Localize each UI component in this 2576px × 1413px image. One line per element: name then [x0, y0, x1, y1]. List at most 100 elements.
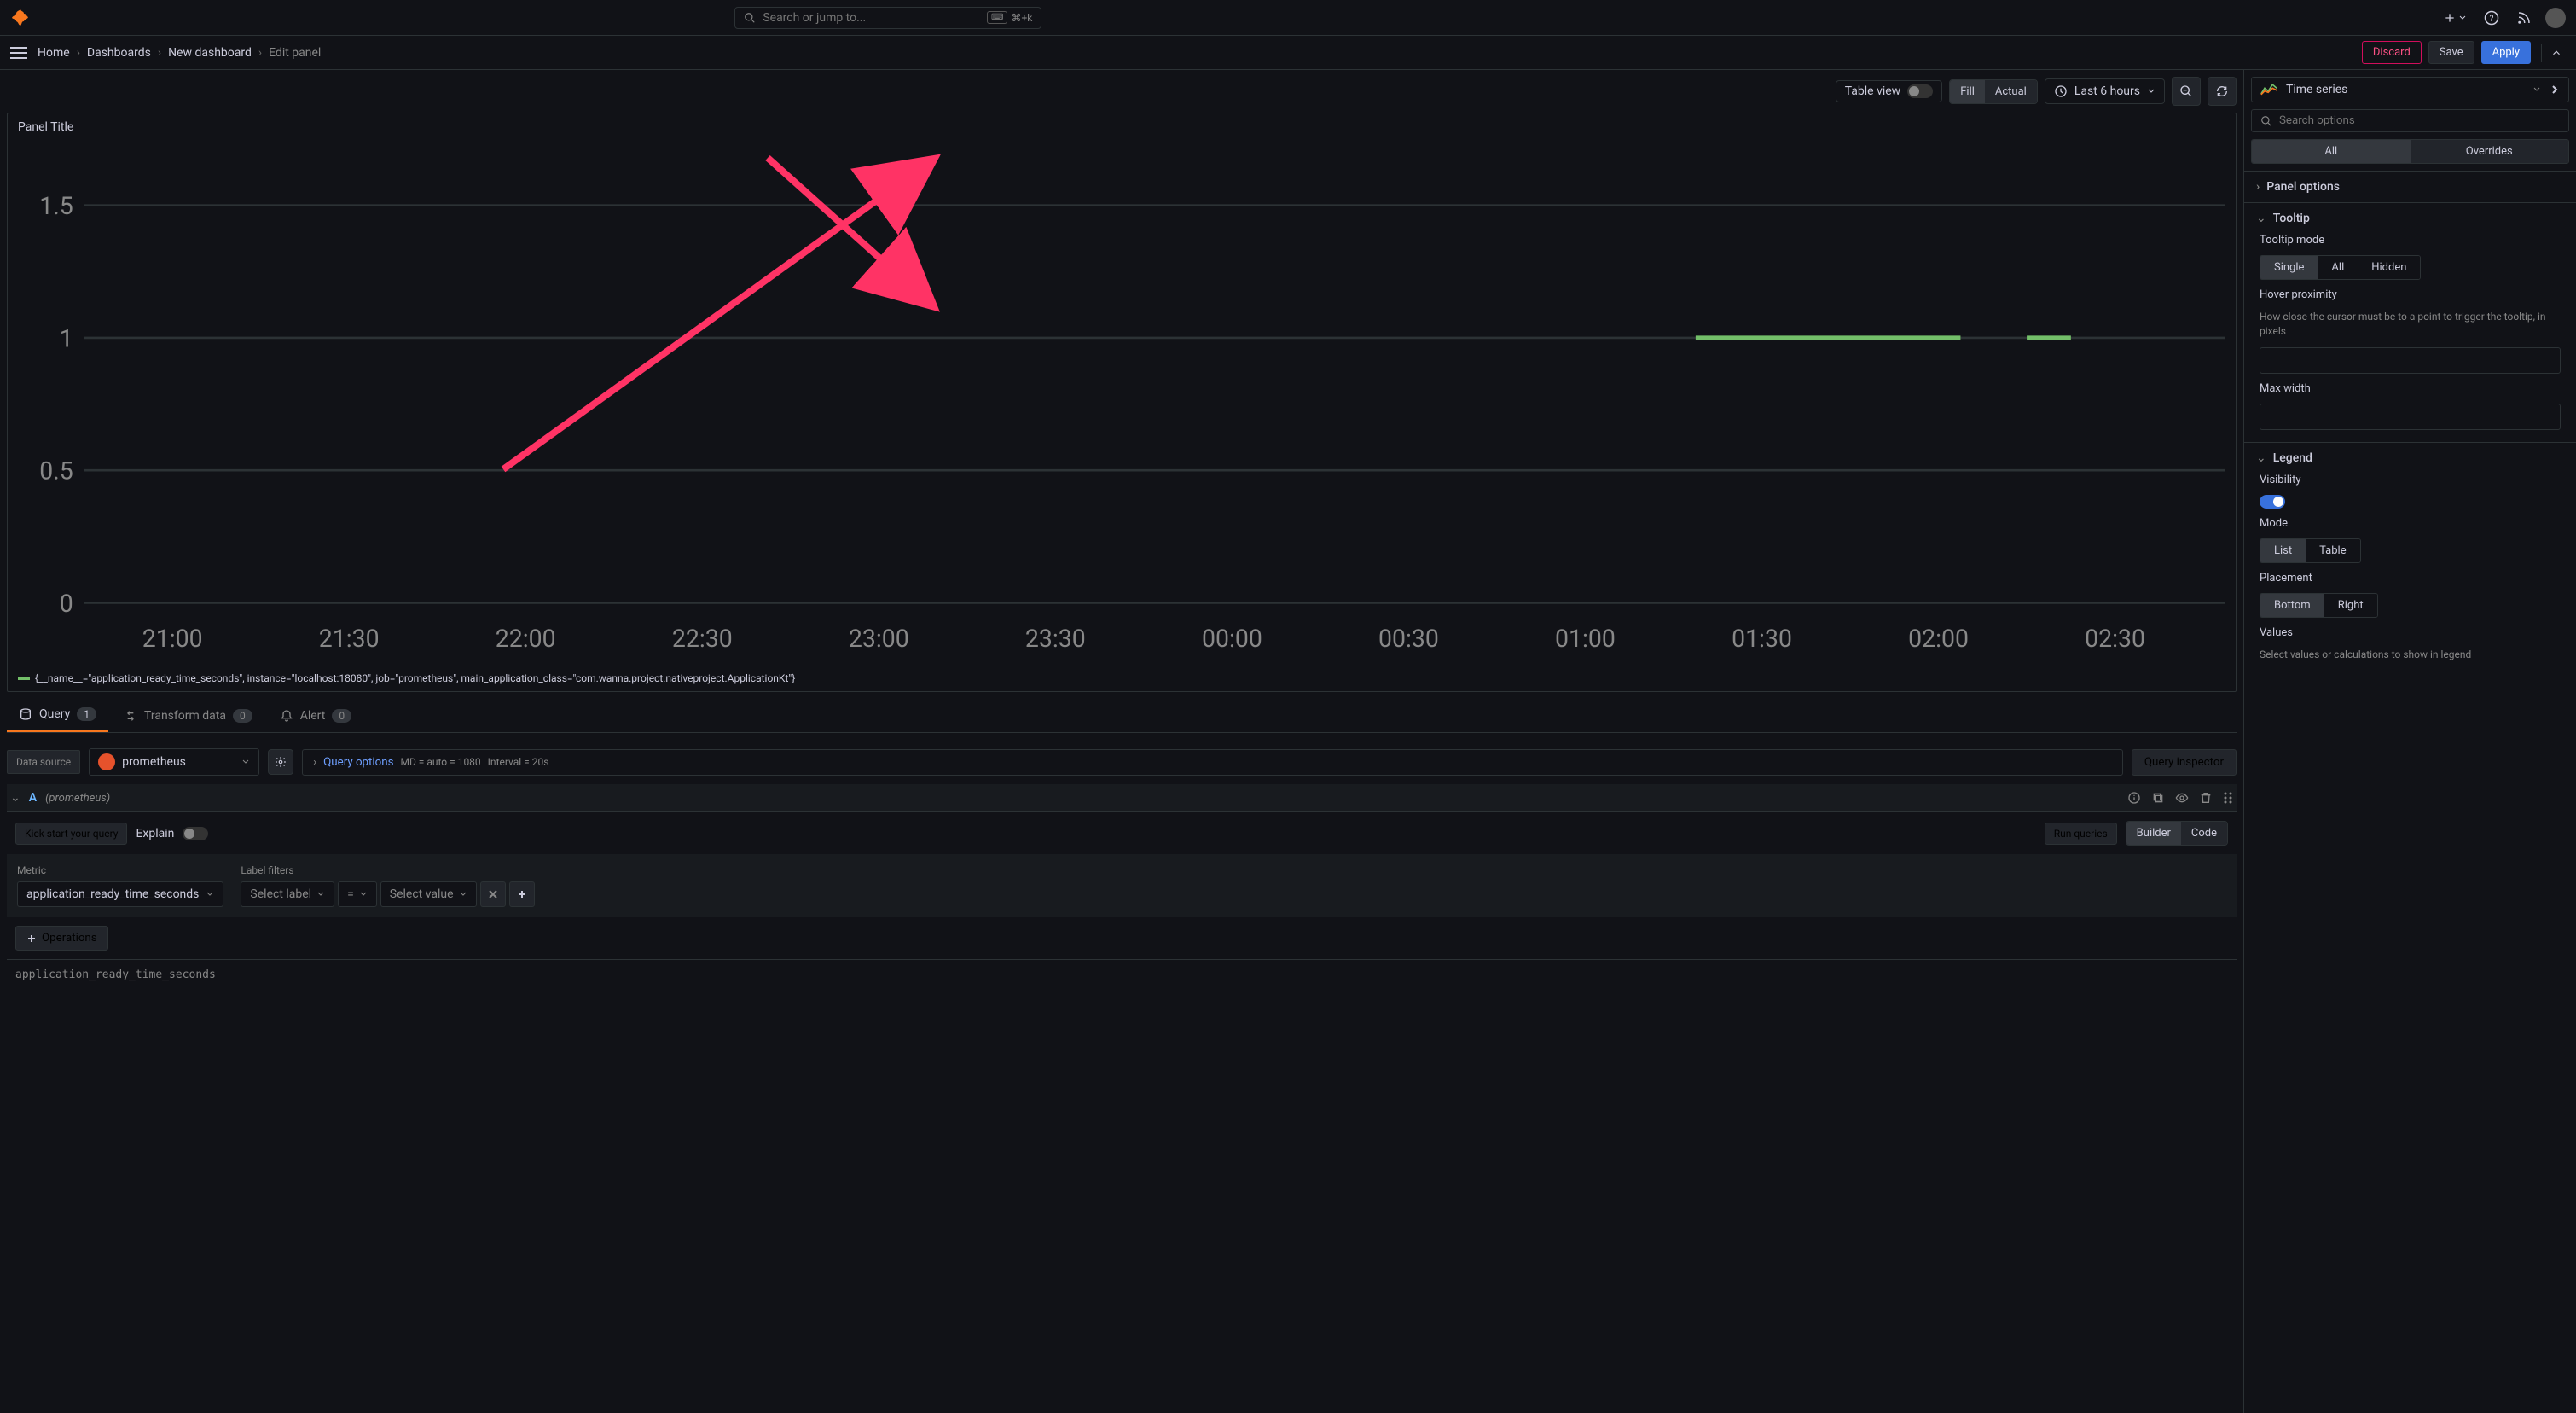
tab-overrides[interactable]: Overrides	[2411, 140, 2569, 163]
rss-icon	[2516, 10, 2532, 26]
label-placeholder: Select label	[250, 887, 311, 901]
run-queries-button[interactable]: Run queries	[2045, 823, 2117, 845]
max-width-label: Max width	[2260, 382, 2561, 395]
tooltip-header[interactable]: ⌄ Tooltip	[2244, 203, 2576, 234]
search-options-input[interactable]	[2279, 114, 2560, 127]
table-view-toggle[interactable]: Table view	[1836, 80, 1943, 102]
query-help-button[interactable]	[2127, 791, 2141, 805]
legend-mode-table[interactable]: Table	[2306, 539, 2359, 562]
legend-mode-list[interactable]: List	[2260, 539, 2306, 562]
tab-all[interactable]: All	[2252, 140, 2411, 163]
refresh-button[interactable]	[2208, 77, 2237, 106]
save-button[interactable]: Save	[2428, 41, 2474, 64]
apply-button[interactable]: Apply	[2481, 41, 2531, 64]
help-button[interactable]: ?	[2480, 7, 2503, 29]
time-range-picker[interactable]: Last 6 hours	[2045, 78, 2165, 104]
query-row-header[interactable]: ⌄ A (prometheus)	[7, 784, 2237, 811]
actual-option[interactable]: Actual	[1985, 80, 2037, 103]
legend-text: {__name__="application_ready_time_second…	[35, 672, 795, 684]
chevron-right-icon[interactable]	[2550, 84, 2560, 95]
duplicate-query-button[interactable]	[2151, 791, 2165, 805]
value-select[interactable]: Select value	[380, 881, 477, 907]
remove-filter-button[interactable]	[480, 881, 506, 907]
tab-query[interactable]: Query 1	[7, 699, 108, 732]
placement-group: Bottom Right	[2260, 593, 2378, 618]
tooltip-mode-all[interactable]: All	[2318, 256, 2358, 279]
builder-option[interactable]: Builder	[2126, 822, 2181, 845]
delete-query-button[interactable]	[2199, 791, 2213, 805]
add-button[interactable]	[2440, 8, 2470, 28]
topbar: ⌨⌘+k ?	[0, 0, 2576, 36]
tooltip-mode-hidden[interactable]: Hidden	[2358, 256, 2420, 279]
toggle-visibility-button[interactable]	[2175, 791, 2189, 805]
search-icon	[2260, 115, 2272, 127]
kick-start-button[interactable]: Kick start your query	[15, 823, 127, 845]
toggle-switch[interactable]	[1907, 84, 1933, 98]
tooltip-mode-single[interactable]: Single	[2260, 256, 2318, 279]
fill-option[interactable]: Fill	[1950, 80, 1985, 103]
breadcrumb-dashboards[interactable]: Dashboards	[87, 46, 151, 60]
svg-text:0.5: 0.5	[39, 457, 73, 486]
operator-select[interactable]: =	[338, 881, 377, 907]
user-avatar[interactable]	[2545, 8, 2566, 28]
chevron-right-icon: ›	[258, 46, 262, 60]
collapse-pane-button[interactable]	[2541, 44, 2566, 62]
tab-transform[interactable]: Transform data 0	[112, 699, 264, 732]
panel-options-header[interactable]: › Panel options	[2244, 172, 2576, 202]
zoom-out-icon	[2179, 84, 2193, 98]
metric-select[interactable]: application_ready_time_seconds	[17, 881, 223, 907]
search-input[interactable]	[763, 11, 980, 25]
chart-legend[interactable]: {__name__="application_ready_time_second…	[18, 672, 2225, 684]
drag-handle[interactable]	[2223, 791, 2233, 805]
add-filter-button[interactable]	[509, 881, 535, 907]
expression-preview: application_ready_time_seconds	[7, 959, 2237, 990]
query-inspector-button[interactable]: Query inspector	[2132, 749, 2237, 776]
table-view-label: Table view	[1845, 84, 1901, 98]
code-option[interactable]: Code	[2181, 822, 2227, 845]
datasource-row: Data source prometheus › Query options M…	[7, 740, 2237, 784]
breadcrumb-home[interactable]: Home	[38, 46, 70, 60]
datasource-select[interactable]: prometheus	[89, 748, 259, 776]
global-search[interactable]: ⌨⌘+k	[734, 7, 1041, 29]
visibility-toggle[interactable]	[2260, 495, 2285, 509]
values-desc: Select values or calculations to show in…	[2260, 648, 2561, 662]
svg-text:21:00: 21:00	[142, 625, 203, 653]
explain-toggle[interactable]	[183, 827, 208, 840]
chevron-right-icon: ›	[158, 46, 161, 60]
query-options-button[interactable]: › Query options MD = auto = 1080 Interva…	[302, 749, 2123, 776]
time-series-chart[interactable]: 1.5 1 0.5 0 21:0021:3022:00 22:3023:0023…	[18, 139, 2225, 669]
operations-label: Operations	[42, 932, 97, 945]
breadcrumb-new-dashboard[interactable]: New dashboard	[168, 46, 252, 60]
plus-icon	[517, 889, 527, 899]
menu-toggle[interactable]	[10, 47, 27, 59]
query-md-info: MD = auto = 1080	[400, 756, 480, 768]
bell-icon	[280, 709, 293, 723]
query-letter: A	[29, 791, 37, 805]
legend-mode-group: List Table	[2260, 538, 2361, 563]
grafana-logo-icon[interactable]	[10, 8, 31, 28]
visualization-picker[interactable]: Time series	[2251, 77, 2569, 102]
plus-icon	[2443, 11, 2457, 25]
explain-label: Explain	[136, 827, 174, 840]
max-width-input[interactable]	[2260, 404, 2561, 430]
metric-value: application_ready_time_seconds	[26, 887, 199, 901]
placement-bottom[interactable]: Bottom	[2260, 594, 2324, 617]
search-options[interactable]	[2251, 109, 2569, 132]
legend-header[interactable]: ⌄ Legend	[2244, 443, 2576, 474]
news-button[interactable]	[2513, 7, 2535, 29]
add-operations-button[interactable]: Operations	[15, 926, 108, 951]
section-title: Panel options	[2266, 180, 2340, 194]
zoom-out-button[interactable]	[2172, 77, 2201, 106]
svg-text:02:30: 02:30	[2085, 625, 2145, 653]
discard-button[interactable]: Discard	[2362, 41, 2422, 64]
tab-alert[interactable]: Alert 0	[268, 699, 363, 732]
tab-badge: 0	[332, 709, 351, 723]
datasource-settings-button[interactable]	[268, 749, 293, 775]
time-range-label: Last 6 hours	[2074, 84, 2140, 98]
plus-icon	[26, 933, 37, 944]
chevron-down-icon: ⌄	[2256, 451, 2266, 465]
hover-proximity-input[interactable]	[2260, 347, 2561, 374]
label-select[interactable]: Select label	[241, 881, 334, 907]
placement-right[interactable]: Right	[2324, 594, 2377, 617]
transform-icon	[124, 709, 137, 723]
